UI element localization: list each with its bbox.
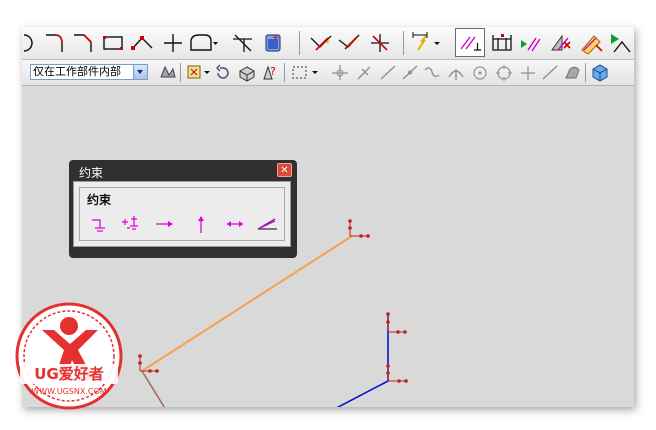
watermark-url-text: WWW.UGSNX.COM	[31, 387, 106, 396]
coincident-constraint-icon[interactable]	[120, 213, 142, 235]
convert-reference-icon[interactable]	[578, 30, 604, 56]
toolbar-separator	[284, 63, 285, 82]
intersection-icon[interactable]	[400, 63, 420, 82]
perpendicular-constraint-icon[interactable]	[489, 30, 515, 56]
watermark-brand-text: UG爱好者	[34, 365, 104, 383]
snap-point-icon[interactable]	[186, 63, 212, 82]
arc-icon[interactable]	[22, 30, 36, 56]
trim-icon[interactable]	[308, 30, 334, 56]
dialog-body: 约束	[73, 181, 291, 247]
constraint-group-label: 约束	[87, 193, 112, 207]
existing-point-icon[interactable]	[518, 63, 538, 82]
toolbar-separator	[299, 31, 300, 55]
undo-selection-icon[interactable]	[214, 63, 232, 82]
animate-icon[interactable]	[608, 30, 634, 56]
select-body-icon[interactable]	[237, 63, 257, 82]
angle-constraint-icon[interactable]	[256, 213, 278, 235]
ugsnx-watermark-logo: UG爱好者 WWW.UGSNX.COM	[15, 302, 123, 410]
view-cube-icon[interactable]	[590, 63, 610, 82]
dimension-icon[interactable]	[410, 30, 444, 56]
toolbar-separator	[585, 63, 586, 82]
sketch-curve-toolbar: +	[22, 27, 634, 60]
close-button[interactable]: ✕	[277, 163, 292, 177]
grounded-constraint-icon[interactable]	[88, 213, 110, 235]
derived-curve-icon[interactable]	[187, 30, 219, 56]
rectangle-select-icon[interactable]	[290, 63, 320, 82]
selection-scope-dropdown[interactable]: 仅在工作部件内部	[30, 64, 148, 80]
fillet-icon[interactable]	[42, 30, 68, 56]
control-point-icon[interactable]	[378, 63, 398, 82]
point-cross-icon[interactable]	[160, 30, 186, 56]
pipe-segment-brown[interactable]	[141, 370, 182, 407]
selection-toolbar: 仅在工作部件内部 ?	[22, 60, 634, 86]
dimension-constraint-icon[interactable]	[224, 213, 246, 235]
parallel-constraint-icon[interactable]	[455, 28, 485, 57]
quadrant-icon[interactable]	[446, 63, 466, 82]
surface-point-icon[interactable]	[562, 63, 582, 82]
quick-trim-icon[interactable]	[336, 30, 362, 56]
selection-scope-value: 仅在工作部件内部	[33, 65, 121, 78]
constraint-marker[interactable]	[348, 219, 370, 238]
vertical-constraint-icon[interactable]	[190, 213, 212, 235]
mirror-curve-icon[interactable]	[230, 30, 256, 56]
constraint-marker[interactable]	[138, 354, 159, 373]
chamfer-corner-icon[interactable]	[70, 30, 96, 56]
bounded-grid-icon[interactable]	[540, 63, 560, 82]
constraint-marker[interactable]	[386, 312, 407, 334]
constraints-dialog: 约束 ✕ 约束	[69, 160, 297, 258]
center-icon[interactable]	[422, 63, 442, 82]
svg-text:+: +	[272, 33, 280, 43]
endpoint-snap-icon[interactable]	[330, 63, 350, 82]
midpoint-snap-icon[interactable]	[354, 63, 374, 82]
constraint-group: 约束	[79, 187, 285, 241]
constraint-marker[interactable]	[386, 364, 408, 383]
offset-curve-icon[interactable]: +	[260, 30, 286, 56]
toolbar-separator	[180, 63, 181, 82]
svg-text:?: ?	[270, 65, 276, 78]
dialog-title: 约束	[79, 166, 104, 180]
quick-extend-icon[interactable]	[367, 30, 393, 56]
chevron-down-icon[interactable]	[133, 65, 147, 79]
show-constraints-icon[interactable]	[548, 30, 574, 56]
horizontal-constraint-icon[interactable]	[154, 213, 176, 235]
selection-filter-icon[interactable]	[158, 63, 178, 82]
profile-icon[interactable]	[130, 30, 156, 56]
point-on-face-icon[interactable]	[494, 63, 514, 82]
auto-constraint-icon[interactable]	[518, 30, 544, 56]
toolbar-separator	[403, 31, 404, 55]
pipe-segment-diagonal[interactable]	[302, 380, 389, 407]
rectangle-icon[interactable]	[100, 30, 126, 56]
deselect-icon[interactable]: ?	[260, 63, 280, 82]
point-on-curve-icon[interactable]	[470, 63, 490, 82]
